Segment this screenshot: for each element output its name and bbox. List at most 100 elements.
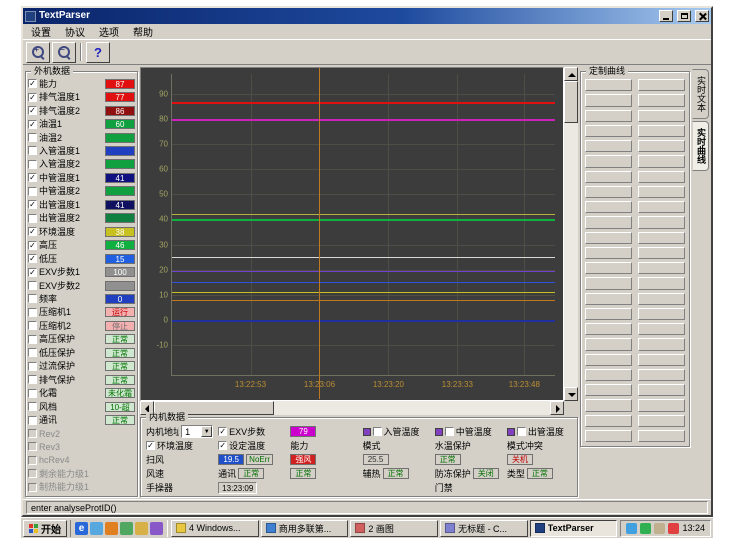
curve-slot[interactable] <box>585 110 632 122</box>
checkbox[interactable] <box>28 133 37 142</box>
checkbox[interactable] <box>28 483 37 492</box>
curve-slot[interactable] <box>638 110 685 122</box>
checkbox[interactable]: ✓ <box>28 120 37 129</box>
checkbox[interactable] <box>28 402 37 411</box>
checkbox[interactable] <box>28 429 37 438</box>
curve-slot[interactable] <box>585 354 632 366</box>
network-icon[interactable] <box>626 523 637 534</box>
curve-slot[interactable] <box>585 384 632 396</box>
chart-vertical-scrollbar[interactable] <box>564 67 578 401</box>
curve-slot[interactable] <box>585 79 632 91</box>
curve-slot[interactable] <box>638 277 685 289</box>
checkbox[interactable] <box>28 160 37 169</box>
curve-slot[interactable] <box>638 354 685 366</box>
scroll-right-arrow-icon[interactable] <box>550 401 564 415</box>
curve-slot[interactable] <box>638 216 685 228</box>
curve-slot[interactable] <box>585 308 632 320</box>
outlook-icon[interactable] <box>120 522 133 535</box>
curve-slot[interactable] <box>638 247 685 259</box>
curve-slot[interactable] <box>585 323 632 335</box>
curve-slot[interactable] <box>638 293 685 305</box>
menu-item-1[interactable]: 设置 <box>24 23 58 40</box>
checkbox[interactable]: ✓ <box>28 106 37 115</box>
curve-slot[interactable] <box>585 186 632 198</box>
curve-slot[interactable] <box>638 308 685 320</box>
minimize-button[interactable] <box>659 10 673 22</box>
media-player-icon[interactable] <box>105 522 118 535</box>
checkbox[interactable] <box>373 427 382 436</box>
curve-slot[interactable] <box>638 384 685 396</box>
curve-slot[interactable] <box>638 232 685 244</box>
checkbox[interactable]: ✓ <box>146 441 155 450</box>
side-tab-2[interactable]: 实时曲线 <box>692 121 709 171</box>
vertical-scroll-track[interactable] <box>564 123 578 387</box>
task-button-2[interactable]: 商用多联第... <box>261 520 349 537</box>
checkbox[interactable]: ✓ <box>28 268 37 277</box>
task-button-4[interactable]: 无标题 - C... <box>440 520 528 537</box>
ime-icon[interactable] <box>668 523 679 534</box>
checkbox[interactable] <box>28 389 37 398</box>
curve-slot[interactable] <box>585 216 632 228</box>
menu-item-4[interactable]: 帮助 <box>126 23 160 40</box>
curve-slot[interactable] <box>638 415 685 427</box>
close-button[interactable] <box>695 10 709 22</box>
title-bar[interactable]: TextParser <box>23 8 711 24</box>
checkbox[interactable] <box>28 362 37 371</box>
curve-slot[interactable] <box>638 94 685 106</box>
checkbox[interactable] <box>28 456 37 465</box>
curve-slot[interactable] <box>638 338 685 350</box>
scroll-down-arrow-icon[interactable] <box>564 387 578 401</box>
checkbox[interactable] <box>28 416 37 425</box>
menu-item-3[interactable]: 选项 <box>92 23 126 40</box>
curve-slot[interactable] <box>585 399 632 411</box>
curve-slot[interactable] <box>585 369 632 381</box>
curve-slot[interactable] <box>585 94 632 106</box>
checkbox[interactable] <box>517 427 526 436</box>
task-button-3[interactable]: 2 画图 <box>350 520 438 537</box>
curve-slot[interactable] <box>638 171 685 183</box>
checkbox[interactable] <box>28 146 37 155</box>
checkbox[interactable] <box>28 469 37 478</box>
maximize-button[interactable] <box>677 10 691 22</box>
side-tab-1[interactable]: 实时文本 <box>692 69 709 119</box>
antivirus-icon[interactable] <box>640 523 651 534</box>
curve-slot[interactable] <box>638 125 685 137</box>
zoom-in-button[interactable]: + <box>26 42 50 63</box>
curve-slot[interactable] <box>585 338 632 350</box>
folder-icon[interactable] <box>135 522 148 535</box>
checkbox[interactable] <box>28 214 37 223</box>
checkbox[interactable]: ✓ <box>28 254 37 263</box>
curve-slot[interactable] <box>585 201 632 213</box>
chart-horizontal-scrollbar[interactable] <box>140 401 564 415</box>
curve-slot[interactable] <box>638 323 685 335</box>
curve-slot[interactable] <box>638 201 685 213</box>
curve-slot[interactable] <box>585 277 632 289</box>
ie-icon[interactable]: e <box>75 522 88 535</box>
curve-slot[interactable] <box>585 247 632 259</box>
curve-slot[interactable] <box>585 415 632 427</box>
checkbox[interactable]: ✓ <box>28 93 37 102</box>
checkbox[interactable]: ✓ <box>218 441 227 450</box>
curve-slot[interactable] <box>638 186 685 198</box>
curve-slot[interactable] <box>585 262 632 274</box>
horizontal-scroll-track[interactable] <box>274 401 550 415</box>
curve-slot[interactable] <box>585 155 632 167</box>
checkbox[interactable] <box>445 427 454 436</box>
checkbox[interactable]: ✓ <box>28 227 37 236</box>
curve-slot[interactable] <box>638 262 685 274</box>
checkbox[interactable] <box>28 335 37 344</box>
checkbox[interactable]: ✓ <box>28 173 37 182</box>
checkbox[interactable] <box>28 281 37 290</box>
checkbox[interactable] <box>28 321 37 330</box>
volume-icon[interactable] <box>654 523 665 534</box>
curve-slot[interactable] <box>585 125 632 137</box>
menu-item-2[interactable]: 协议 <box>58 23 92 40</box>
curve-slot[interactable] <box>585 430 632 442</box>
checkbox[interactable] <box>28 442 37 451</box>
address-dropdown[interactable]: 1▼ <box>181 425 213 438</box>
curve-slot[interactable] <box>585 171 632 183</box>
plot-area[interactable]: 9080706050403020100-1013:22:5313:23:0613… <box>140 67 564 401</box>
vertical-scroll-thumb[interactable] <box>564 81 578 123</box>
checkbox[interactable] <box>28 348 37 357</box>
curve-slot[interactable] <box>638 155 685 167</box>
